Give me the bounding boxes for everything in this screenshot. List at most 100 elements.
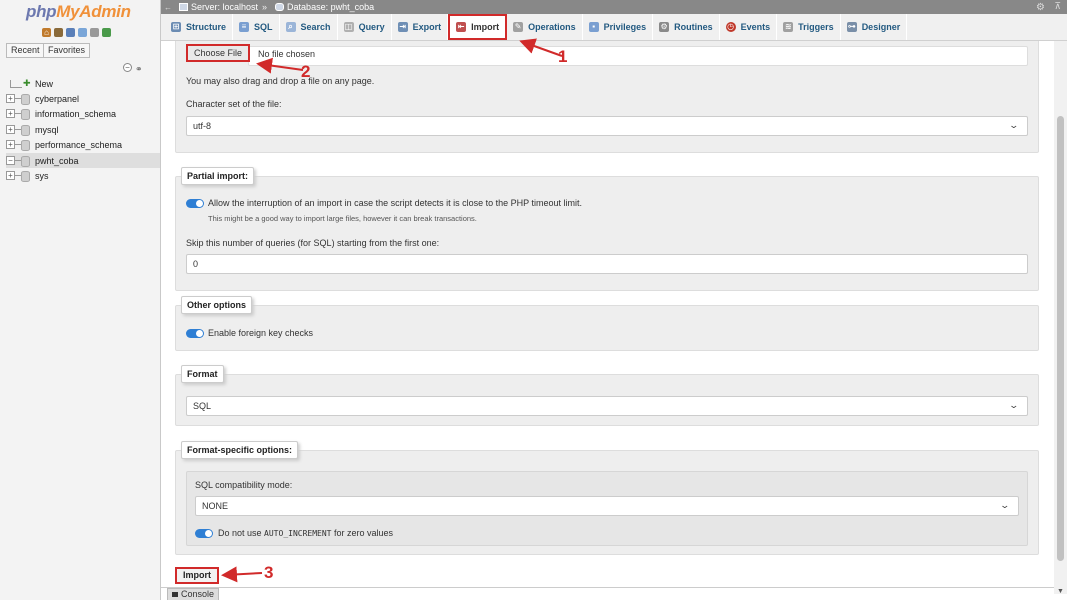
auto-inc-text: Do not use — [218, 528, 262, 538]
tab-label: Export — [412, 22, 442, 32]
phpmyadmin-logo[interactable]: phpMyAdmin — [26, 2, 131, 22]
allow-interrupt-hint: This might be a good way to import large… — [208, 214, 477, 223]
tree-item-label: pwht_coba — [35, 155, 79, 166]
file-input[interactable] — [248, 46, 1028, 66]
collapse-icon[interactable]: − — [6, 156, 15, 165]
tab-events[interactable]: ◷ Events — [720, 14, 778, 40]
foreign-key-checks-label: Enable foreign key checks — [208, 328, 314, 338]
breadcrumb-server[interactable]: Server: localhost — [179, 2, 258, 12]
triggers-icon: ≋ — [783, 22, 794, 32]
navigation-sidebar: phpMyAdmin ⌂ Recent Favorites − ⚭ ✚ New … — [0, 0, 161, 600]
tab-import[interactable]: ⇤ Import — [448, 14, 508, 40]
tree-item-cyberpanel[interactable]: + cyberpanel — [6, 91, 160, 106]
server-icon — [179, 3, 188, 11]
tab-designer[interactable]: ⊶ Designer — [841, 14, 908, 40]
tab-sql[interactable]: ≡ SQL — [233, 14, 280, 40]
expand-icon[interactable]: + — [6, 140, 15, 149]
choose-file-button[interactable]: Choose File — [186, 44, 251, 62]
foreign-key-checks-toggle[interactable] — [186, 329, 204, 338]
reload-icon[interactable] — [102, 28, 111, 37]
tab-label: Designer — [861, 22, 901, 32]
tab-search[interactable]: ⌕ Search — [280, 14, 338, 40]
breadcrumb-database[interactable]: Database: pwht_coba — [275, 2, 374, 12]
main-scrollbar[interactable]: ▼ — [1054, 41, 1067, 595]
sql-icon: ≡ — [239, 22, 250, 32]
expand-icon[interactable]: + — [6, 109, 15, 118]
tree-item-label: information_schema — [35, 108, 117, 119]
scroll-down-arrow-icon[interactable]: ▼ — [1057, 588, 1064, 595]
tree-item-label: cyberpanel — [35, 93, 80, 104]
console-toggle[interactable]: Console — [167, 588, 220, 600]
link-with-main-icon[interactable]: ⚭ — [135, 64, 143, 75]
home-icon[interactable]: ⌂ — [42, 28, 51, 37]
database-icon — [15, 171, 30, 182]
favorites-tab[interactable]: Favorites — [43, 43, 91, 58]
other-options-legend: Other options — [181, 296, 252, 314]
tree-item-sys[interactable]: + sys — [6, 168, 160, 183]
drag-drop-hint: You may also drag and drop a file on any… — [186, 76, 375, 86]
back-arrow-icon[interactable]: ← — [161, 3, 175, 12]
sql-query-icon[interactable] — [66, 28, 75, 37]
tree-item-new[interactable]: ✚ New — [6, 76, 160, 91]
collapse-header-icon[interactable]: ⊼ — [1054, 1, 1061, 12]
tree-item-performance-schema[interactable]: + performance_schema — [6, 137, 160, 152]
import-submit-button[interactable]: Import — [175, 567, 219, 584]
annotation-label-2: 2 — [301, 62, 311, 81]
format-specific-options-panel: Format-specific options: SQL compatibili… — [175, 441, 1039, 555]
partial-import-legend: Partial import: — [181, 167, 255, 185]
tab-triggers[interactable]: ≋ Triggers — [777, 14, 841, 40]
import-icon: ⇤ — [456, 22, 467, 32]
tree-item-pwht-coba[interactable]: − pwht_coba — [6, 153, 160, 168]
allow-interrupt-toggle[interactable] — [186, 199, 204, 208]
docs-icon[interactable] — [78, 28, 87, 37]
tree-item-label: New — [35, 78, 54, 89]
console-label: Console — [181, 589, 215, 599]
auto-inc-code: AUTO_INCREMENT — [264, 529, 332, 538]
routines-icon: ⚙ — [659, 22, 670, 32]
format-select[interactable]: SQL ⌄ — [186, 396, 1028, 416]
tab-export[interactable]: ⇥ Export — [392, 14, 449, 40]
tab-query[interactable]: ◫ Query — [338, 14, 392, 40]
scrollbar-thumb[interactable] — [1057, 116, 1064, 561]
search-icon: ⌕ — [285, 22, 296, 32]
console-icon — [172, 592, 178, 597]
tree-item-mysql[interactable]: + mysql — [6, 122, 160, 137]
no-auto-increment-toggle[interactable] — [195, 529, 213, 538]
partial-import-panel: Partial import: Allow the interruption o… — [175, 167, 1039, 291]
tab-privileges[interactable]: ▪ Privileges — [583, 14, 654, 40]
recent-tab[interactable]: Recent — [6, 43, 45, 58]
exit-icon[interactable] — [54, 28, 63, 37]
collapse-all-icon[interactable]: − — [123, 63, 132, 72]
gear-icon[interactable]: ⚙ — [1036, 2, 1045, 13]
sidebar-quick-icons: ⌂ — [42, 28, 111, 37]
compat-mode-label: SQL compatibility mode: — [195, 480, 293, 490]
skip-queries-input[interactable]: 0 — [186, 254, 1028, 274]
tab-label: Events — [740, 22, 771, 32]
designer-icon: ⊶ — [846, 22, 857, 32]
expand-icon[interactable]: + — [6, 171, 15, 180]
tab-operations[interactable]: ✎ Operations — [507, 14, 583, 40]
tree-item-information-schema[interactable]: + information_schema — [6, 106, 160, 121]
skip-queries-label: Skip this number of queries (for SQL) st… — [186, 238, 440, 248]
database-icon — [15, 125, 30, 136]
clock-icon: ◷ — [725, 22, 736, 32]
tab-label: Privileges — [603, 22, 647, 32]
format-legend: Format — [181, 365, 224, 383]
auto-inc-text-post: for zero values — [334, 528, 394, 538]
database-icon — [15, 140, 30, 151]
expand-icon[interactable]: + — [6, 94, 15, 103]
charset-select[interactable]: utf-8 ⌄ — [186, 116, 1028, 136]
tab-label: SQL — [254, 22, 273, 32]
wrench-icon: ✎ — [513, 22, 524, 32]
tab-structure[interactable]: ⊞ Structure — [165, 14, 234, 40]
format-specific-legend: Format-specific options: — [181, 441, 299, 459]
allow-interrupt-label: Allow the interruption of an import in c… — [208, 198, 583, 208]
chevron-down-icon: ⌄ — [1008, 400, 1020, 410]
expand-icon[interactable]: + — [6, 125, 15, 134]
compat-mode-select[interactable]: NONE ⌄ — [195, 496, 1019, 516]
settings-icon[interactable] — [90, 28, 99, 37]
tab-label: Search — [300, 22, 331, 32]
no-file-chosen-text: No file chosen — [258, 49, 316, 59]
tab-routines[interactable]: ⚙ Routines — [653, 14, 720, 40]
tab-label: Triggers — [798, 22, 834, 32]
